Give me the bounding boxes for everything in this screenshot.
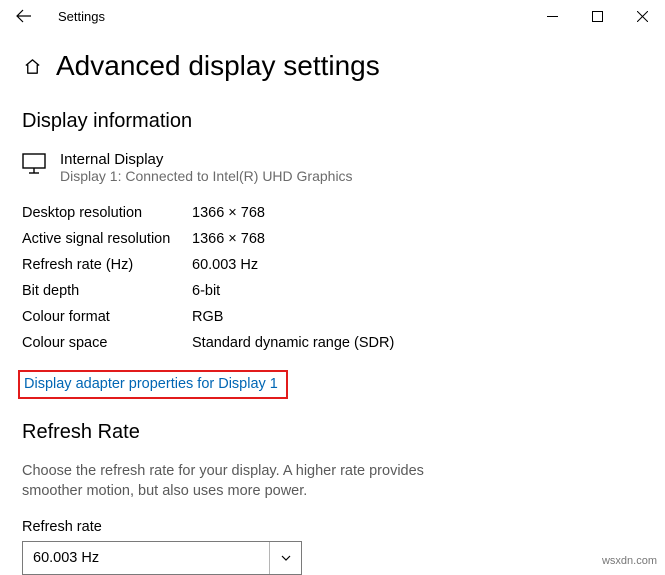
info-row: Colour spaceStandard dynamic range (SDR) [22,330,643,356]
section-display-information: Display information [22,110,643,133]
info-row: Desktop resolution1366 × 768 [22,200,643,226]
monitor-icon [22,153,46,178]
minimize-icon [547,11,558,22]
back-button[interactable] [8,0,40,32]
display-adapter-properties-link[interactable]: Display adapter properties for Display 1 [18,370,288,399]
close-icon [637,11,648,22]
display-connection: Display 1: Connected to Intel(R) UHD Gra… [60,168,353,184]
chevron-down-icon [269,542,301,574]
page-title: Advanced display settings [56,50,380,82]
section-refresh-rate: Refresh Rate [22,421,643,444]
info-value: 6-bit [192,278,220,304]
info-label: Bit depth [22,278,192,304]
display-name: Internal Display [60,151,353,168]
info-value: 60.003 Hz [192,252,258,278]
close-button[interactable] [620,0,665,32]
info-row: Refresh rate (Hz)60.003 Hz [22,252,643,278]
info-label: Refresh rate (Hz) [22,252,192,278]
refresh-rate-help-text: Choose the refresh rate for your display… [22,462,452,501]
window-title: Settings [58,9,105,24]
arrow-left-icon [16,8,32,24]
info-label: Desktop resolution [22,200,192,226]
info-value: RGB [192,304,223,330]
content-area: Advanced display settings Display inform… [0,32,665,575]
display-summary: Internal Display Display 1: Connected to… [22,151,643,184]
info-row: Colour formatRGB [22,304,643,330]
refresh-rate-selected: 60.003 Hz [33,550,269,566]
titlebar: Settings [0,0,665,32]
display-info-table: Desktop resolution1366 × 768 Active sign… [22,200,643,356]
info-value: 1366 × 768 [192,200,265,226]
watermark: wsxdn.com [602,555,657,567]
info-value: 1366 × 768 [192,226,265,252]
refresh-rate-field-label: Refresh rate [22,519,643,535]
refresh-rate-dropdown[interactable]: 60.003 Hz [22,541,302,575]
info-label: Colour space [22,330,192,356]
minimize-button[interactable] [530,0,575,32]
info-row: Bit depth6-bit [22,278,643,304]
info-label: Active signal resolution [22,226,192,252]
info-label: Colour format [22,304,192,330]
info-row: Active signal resolution1366 × 768 [22,226,643,252]
info-value: Standard dynamic range (SDR) [192,330,394,356]
page-header: Advanced display settings [22,50,643,82]
maximize-icon [592,11,603,22]
home-icon[interactable] [22,56,42,76]
maximize-button[interactable] [575,0,620,32]
